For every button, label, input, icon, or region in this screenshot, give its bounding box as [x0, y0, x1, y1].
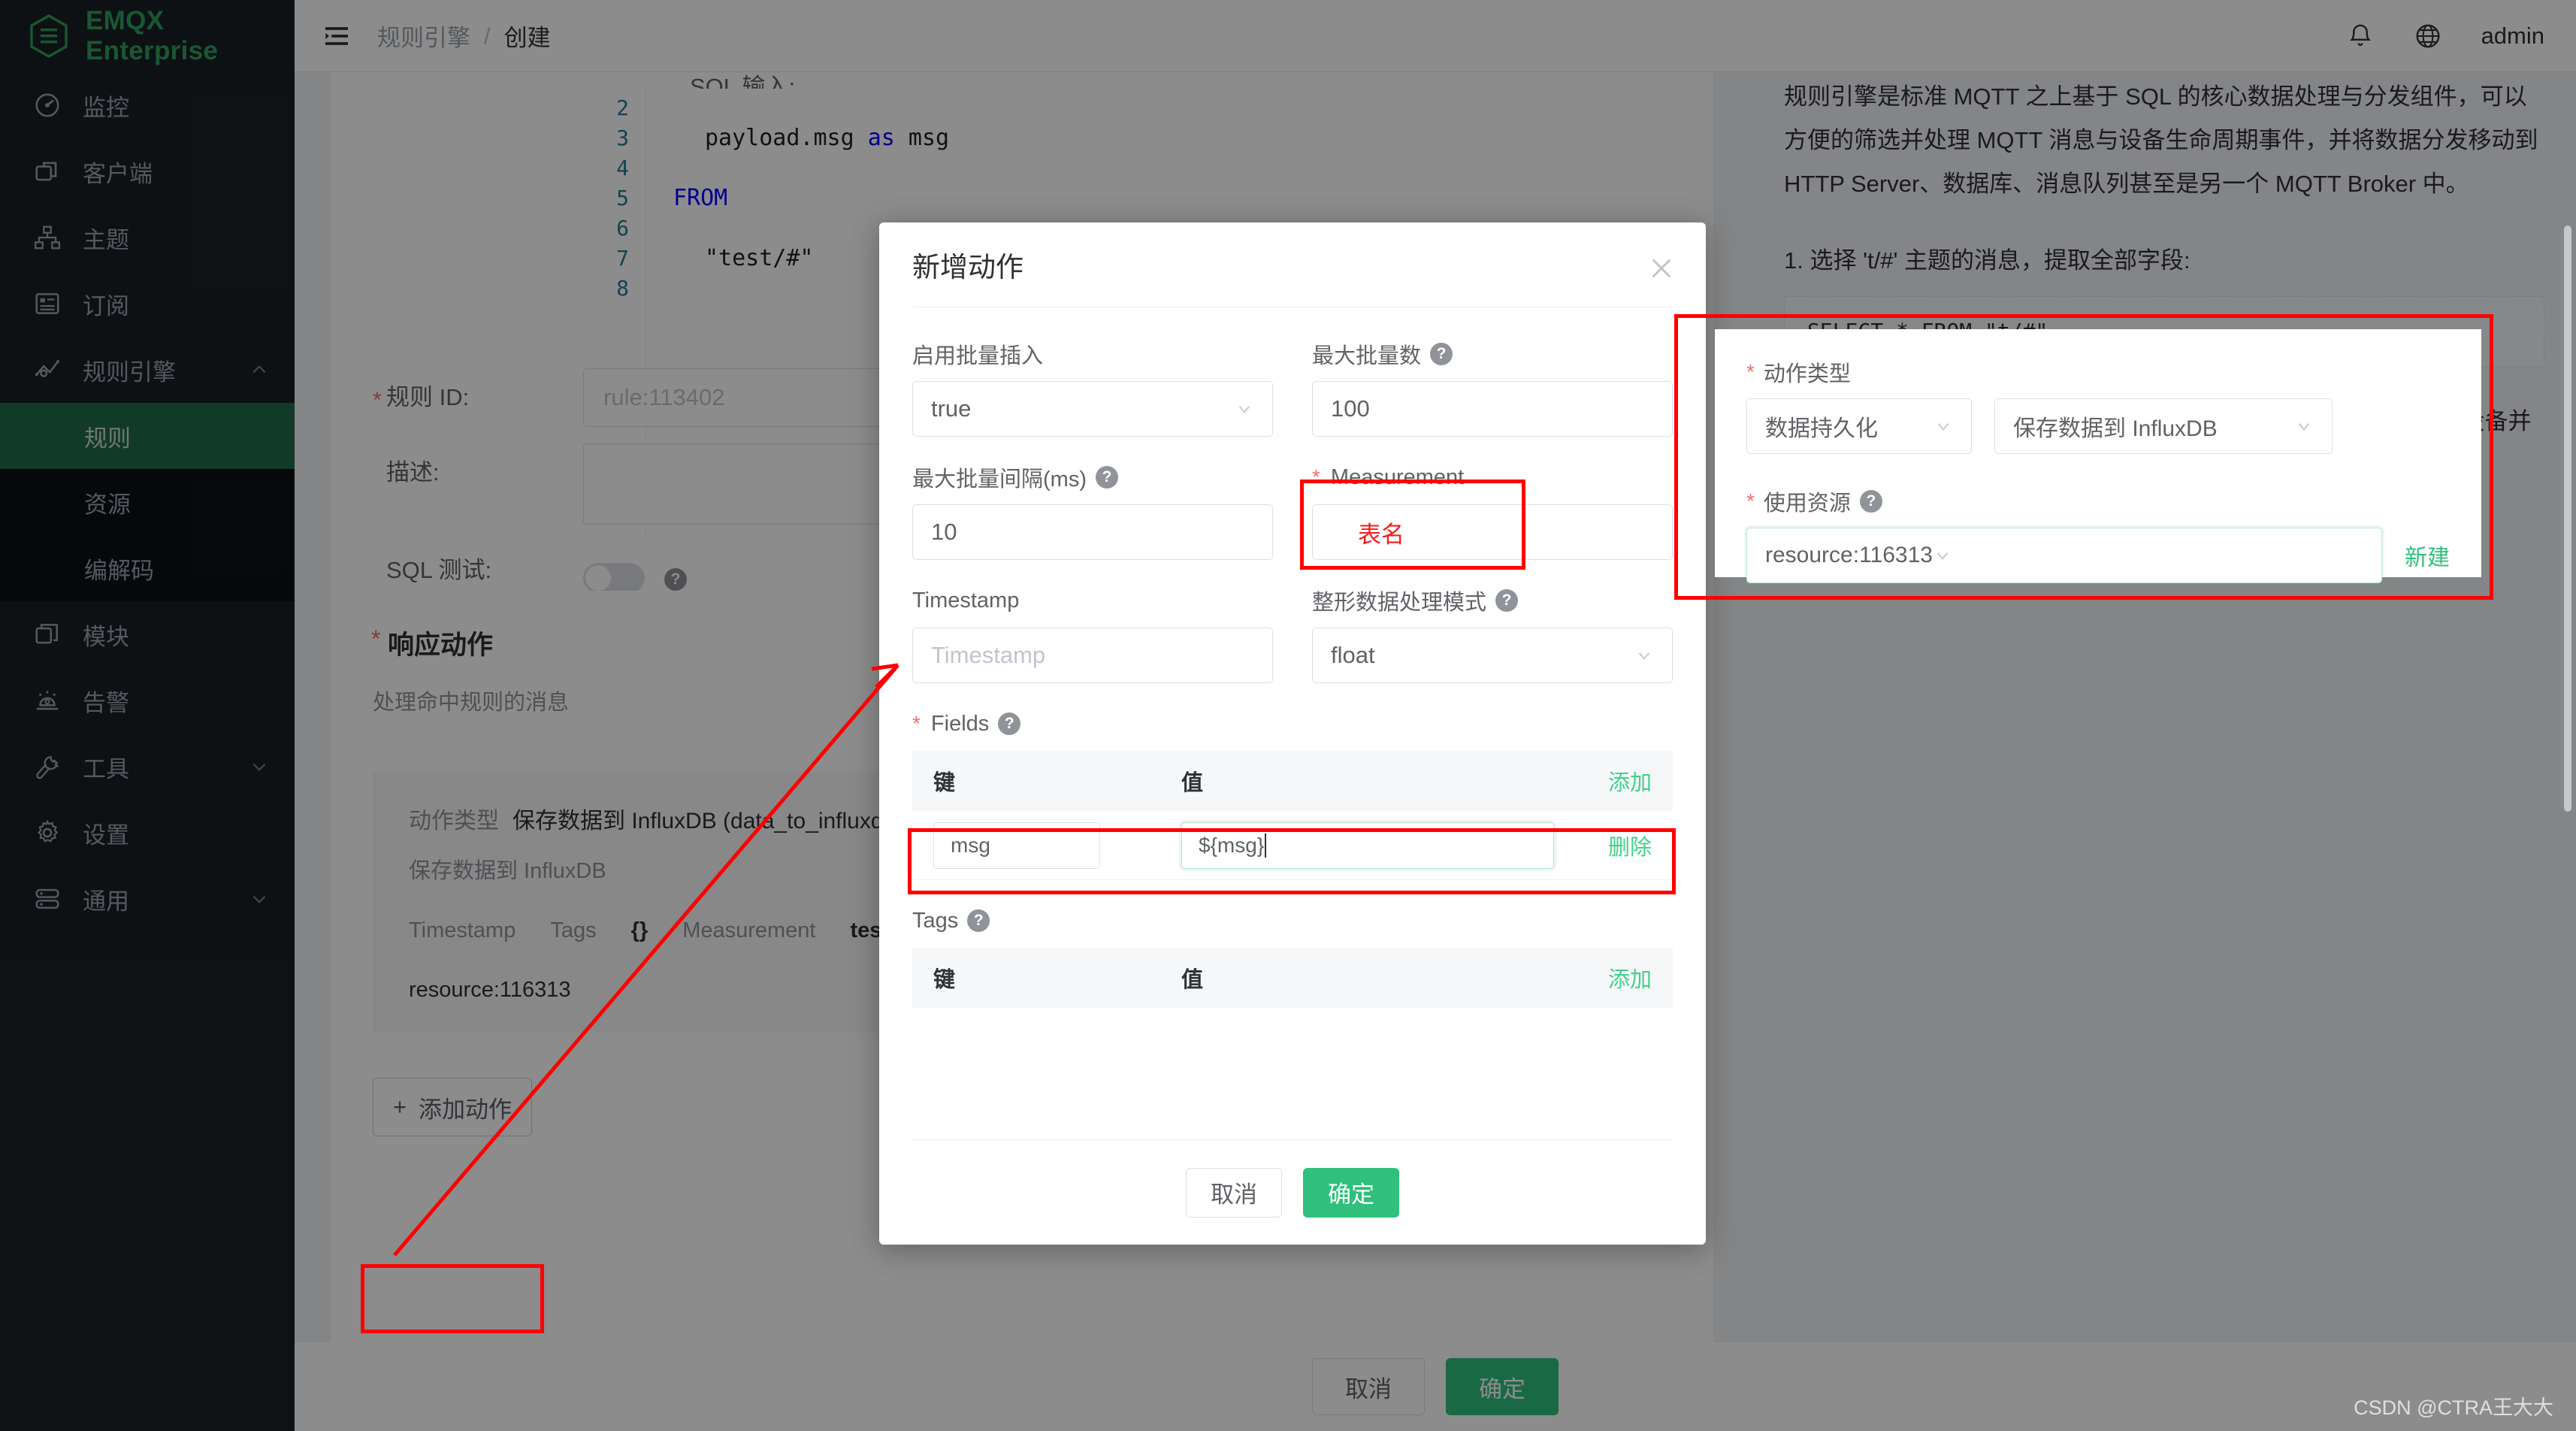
field-key-input[interactable]: msg [933, 822, 1100, 869]
measurement-label: Measurement [1312, 462, 1673, 492]
interval-measurement-row: 最大批量间隔(ms) ? 10 Measurement 表名 [912, 462, 1673, 560]
batch-interval-label-text: 最大批量间隔(ms) [912, 461, 1087, 493]
help-icon[interactable]: ? [1430, 343, 1453, 365]
field-delete-link[interactable]: 删除 [1584, 830, 1652, 861]
batch-interval-value: 10 [931, 519, 1254, 546]
table-row: msg ${msg} 删除 [912, 811, 1673, 880]
batch-enable-select[interactable]: true [912, 381, 1273, 437]
help-icon[interactable]: ? [967, 909, 990, 932]
chevron-down-icon [1235, 399, 1254, 419]
resource-select[interactable]: resource:116313 [1746, 528, 2382, 583]
batch-enable-field: 启用批量插入 true [912, 339, 1273, 437]
tags-add-link[interactable]: 添加 [1608, 962, 1652, 994]
batch-interval-input[interactable]: 10 [912, 504, 1273, 560]
batch-size-label-text: 最大批量数 [1312, 338, 1421, 370]
fields-section-label: Fields ? [912, 709, 1673, 739]
fields-table-header: 键 值 添加 [912, 751, 1673, 811]
action-name-value: 保存数据到 InfluxDB [2013, 410, 2294, 443]
chevron-down-icon [1933, 546, 1952, 565]
dialog-title: 新增动作 [912, 244, 1023, 285]
help-icon[interactable]: ? [1495, 589, 1518, 612]
int-mode-value: float [1331, 642, 1634, 669]
timestamp-field: Timestamp Timestamp [912, 585, 1273, 683]
resource-label-text: 使用资源 [1764, 486, 1851, 517]
app-root: EMQX Enterprise 监控 客户端 主题 [0, 0, 2576, 1431]
action-category-select[interactable]: 数据持久化 [1746, 398, 1972, 454]
batch-size-field: 最大批量数 ? 100 [1312, 339, 1673, 437]
column-header-key: 键 [933, 962, 1181, 994]
timestamp-intmode-row: Timestamp Timestamp 整形数据处理模式 ? float [912, 585, 1673, 683]
field-value-value: ${msg} [1199, 833, 1264, 858]
chevron-down-icon [1934, 416, 1953, 436]
field-key-cell: msg [933, 822, 1181, 869]
help-icon[interactable]: ? [998, 712, 1020, 735]
timestamp-label: Timestamp [912, 585, 1273, 616]
field-key-value: msg [951, 833, 990, 858]
column-header-value: 值 [1181, 962, 1608, 994]
tags-table: 键 值 添加 [912, 948, 1673, 1008]
field-value-input[interactable]: ${msg} [1181, 822, 1554, 869]
text-cursor [1265, 833, 1266, 858]
dialog-scrollbar[interactable] [2564, 225, 2571, 812]
action-category-value: 数据持久化 [1765, 410, 1934, 443]
action-type-panel: 动作类型 数据持久化 保存数据到 InfluxDB 使用资源 ? resourc… [1715, 329, 2481, 577]
measurement-field: Measurement 表名 [1312, 462, 1673, 560]
dialog-footer: 取消 确定 [912, 1139, 1673, 1245]
measurement-value: 表名 [1331, 516, 1404, 549]
batch-enable-label: 启用批量插入 [912, 339, 1273, 369]
batch-size-label: 最大批量数 ? [1312, 339, 1673, 369]
close-icon[interactable] [1649, 256, 1674, 281]
fields-section-title: Fields [931, 712, 989, 737]
int-mode-label-text: 整形数据处理模式 [1312, 585, 1486, 616]
batch-row: 启用批量插入 true 最大批量数 ? 100 [912, 339, 1673, 437]
int-mode-select[interactable]: float [1312, 628, 1673, 683]
new-resource-link[interactable]: 新建 [2405, 539, 2450, 572]
column-header-value: 值 [1181, 765, 1608, 797]
tags-section-title: Tags [912, 909, 958, 933]
action-name-select[interactable]: 保存数据到 InfluxDB [1994, 398, 2333, 454]
chevron-down-icon [1634, 646, 1654, 665]
help-icon[interactable]: ? [1096, 466, 1118, 489]
resource-label: 使用资源 ? [1746, 486, 2450, 517]
batch-enable-value: true [931, 395, 1235, 422]
dialog-body: 启用批量插入 true 最大批量数 ? 100 [879, 307, 1706, 1139]
field-value-cell: ${msg} [1181, 822, 1584, 869]
batch-interval-label: 最大批量间隔(ms) ? [912, 462, 1273, 492]
dialog-cancel-button[interactable]: 取消 [1186, 1168, 1282, 1218]
fields-table: 键 值 添加 msg ${msg} [912, 751, 1673, 880]
timestamp-placeholder: Timestamp [931, 642, 1254, 669]
dialog-header: 新增动作 [879, 222, 1706, 307]
resource-row: resource:116313 新建 [1746, 528, 2450, 583]
action-type-label: 动作类型 [1746, 356, 2450, 388]
tags-table-header: 键 值 添加 [912, 948, 1673, 1008]
chevron-down-icon [2294, 416, 2314, 436]
tags-section: Tags ? 键 值 添加 [912, 906, 1673, 1008]
fields-add-link[interactable]: 添加 [1608, 765, 1652, 797]
add-action-dialog: 新增动作 启用批量插入 true 最大批量数 ? [879, 222, 1706, 1245]
int-mode-label: 整形数据处理模式 ? [1312, 585, 1673, 616]
int-mode-field: 整形数据处理模式 ? float [1312, 585, 1673, 683]
timestamp-input[interactable]: Timestamp [912, 628, 1273, 683]
measurement-input[interactable]: 表名 [1312, 504, 1673, 560]
batch-interval-field: 最大批量间隔(ms) ? 10 [912, 462, 1273, 560]
help-icon[interactable]: ? [1860, 490, 1882, 513]
watermark: CSDN @CTRA王大大 [2354, 1391, 2553, 1420]
tags-section-label: Tags ? [912, 906, 1673, 936]
dialog-confirm-button[interactable]: 确定 [1303, 1168, 1399, 1218]
column-header-key: 键 [933, 765, 1181, 797]
action-type-selects: 数据持久化 保存数据到 InfluxDB [1746, 398, 2450, 454]
batch-size-value: 100 [1331, 395, 1654, 422]
resource-value: resource:116313 [1765, 543, 1933, 568]
batch-size-input[interactable]: 100 [1312, 381, 1673, 437]
fields-section: Fields ? 键 值 添加 msg [912, 709, 1673, 880]
